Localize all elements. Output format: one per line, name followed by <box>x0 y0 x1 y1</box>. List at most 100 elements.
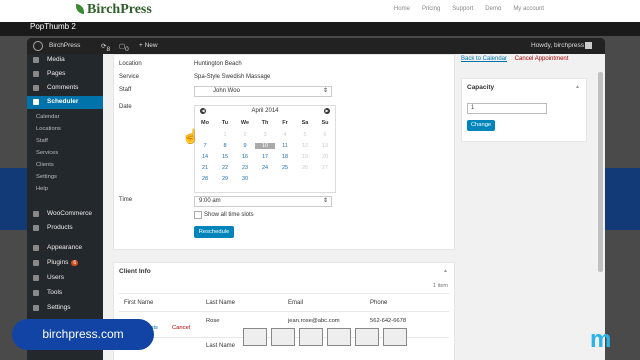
submenu-locations[interactable]: Locations <box>36 126 61 132</box>
menu-pages[interactable]: Pages <box>27 68 103 81</box>
calendar-day[interactable]: 10 <box>255 143 275 149</box>
calendar-day[interactable]: 21 <box>195 165 215 171</box>
calendar-day[interactable]: 24 <box>255 165 275 171</box>
back-to-calendar-link[interactable]: Back to Calendar <box>461 56 507 62</box>
day-name: Mo <box>201 120 209 126</box>
menu-woocommerce[interactable]: WooCommerce <box>27 208 103 221</box>
nav-support[interactable]: Support <box>452 6 473 12</box>
woo-icon <box>33 211 39 217</box>
admin-window: BirchPress ⟳ 8 ▢ 0 + New Howdy, birchpre… <box>27 38 605 360</box>
howdy-user[interactable]: Howdy, birchpress <box>531 42 584 49</box>
calendar-day[interactable]: 30 <box>235 176 255 182</box>
hand-cursor-icon: ☝ <box>182 128 200 144</box>
all-time-slots-checkbox[interactable] <box>194 211 202 219</box>
thumbnail[interactable] <box>383 328 407 346</box>
service-label: Service <box>119 74 140 80</box>
divider <box>119 311 449 312</box>
calendar-day[interactable]: 8 <box>215 143 235 149</box>
calendar-day: 12 <box>301 143 309 149</box>
calendar-day[interactable]: 25 <box>275 165 295 171</box>
calendar-day[interactable]: 14 <box>195 154 215 160</box>
scrollbar[interactable] <box>598 54 603 354</box>
submenu-calendar[interactable]: Calendar <box>36 114 60 120</box>
nav-my-account[interactable]: My account <box>513 6 544 12</box>
menu-plugins[interactable]: Plugins 6 <box>27 257 103 270</box>
menu-products[interactable]: Products <box>27 222 103 235</box>
header-phone[interactable]: Phone <box>370 300 387 306</box>
calendar-day[interactable]: 18 <box>275 154 295 160</box>
select-arrows-icon: ⇕ <box>322 88 328 94</box>
location-label: Location <box>119 61 142 67</box>
calendar-day: 5 <box>303 132 307 138</box>
header-first-name[interactable]: First Name <box>124 300 153 306</box>
time-select[interactable]: 9:00 am ⇕ <box>194 196 332 207</box>
settings-icon <box>33 305 39 311</box>
header-email[interactable]: Email <box>288 300 303 306</box>
menu-comments[interactable]: Comments <box>27 82 103 95</box>
submenu-help[interactable]: Help <box>36 186 48 192</box>
date-label: Date <box>119 104 132 110</box>
wordpress-icon[interactable] <box>33 41 43 51</box>
calendar-day: 3 <box>263 132 267 138</box>
nav-pricing[interactable]: Pricing <box>422 6 440 12</box>
menu-users[interactable]: Users <box>27 272 103 285</box>
divider <box>119 293 449 294</box>
footer-last-name[interactable]: Last Name <box>206 343 235 349</box>
site-header: BirchPress Home Pricing Support Demo My … <box>0 0 640 22</box>
nav-home[interactable]: Home <box>394 6 410 12</box>
menu-settings[interactable]: Settings <box>27 302 103 315</box>
cancel-appointment-link[interactable]: Cancel Appointment <box>515 56 569 62</box>
thumbnail[interactable] <box>327 328 351 346</box>
staff-select[interactable]: John Woo ⇕ <box>194 86 332 97</box>
capacity-input[interactable]: 1 <box>467 103 547 114</box>
admin-bar: BirchPress ⟳ 8 ▢ 0 + New Howdy, birchpre… <box>27 38 605 54</box>
header-last-name[interactable]: Last Name <box>206 300 235 306</box>
submenu-clients[interactable]: Clients <box>36 162 54 168</box>
menu-scheduler[interactable]: Scheduler <box>27 96 103 109</box>
day-name: Sa <box>301 120 309 126</box>
day-name: Su <box>321 120 329 126</box>
submenu-services[interactable]: Services <box>36 150 58 156</box>
menu-media[interactable]: Media <box>27 54 103 67</box>
change-button[interactable]: Change <box>467 120 495 131</box>
submenu-settings[interactable]: Settings <box>36 174 57 180</box>
site-nav: Home Pricing Support Demo My account <box>394 6 544 12</box>
thumbnail[interactable] <box>299 328 323 346</box>
select-arrows-icon: ⇕ <box>322 198 328 204</box>
collapse-icon[interactable]: ▲ <box>575 84 580 90</box>
birchpress-logo[interactable]: BirchPress <box>76 2 152 18</box>
admin-site-name[interactable]: BirchPress <box>49 42 80 49</box>
calendar-day[interactable]: 29 <box>215 176 235 182</box>
leaf-icon <box>76 4 84 14</box>
calendar-day[interactable]: 16 <box>235 154 255 160</box>
location-value: Huntington Beach <box>194 61 242 67</box>
calendar-day[interactable]: 9 <box>235 143 255 149</box>
appearance-icon <box>33 245 39 251</box>
updates-icon[interactable]: ⟳ 8 <box>101 42 110 53</box>
avatar[interactable] <box>585 42 592 49</box>
calendar-day[interactable]: 22 <box>215 165 235 171</box>
calendar-day[interactable]: 28 <box>195 176 215 182</box>
tools-icon <box>33 290 39 296</box>
comments-count[interactable]: ▢ 0 <box>119 42 129 53</box>
next-month-icon[interactable]: ▶ <box>324 108 330 114</box>
submenu-staff[interactable]: Staff <box>36 138 48 144</box>
nav-demo[interactable]: Demo <box>485 6 501 12</box>
birchpress-url-badge: birchpress.com <box>12 319 154 350</box>
new-menu[interactable]: + New <box>139 42 158 49</box>
reschedule-button[interactable]: Reschedule <box>194 226 234 238</box>
calendar-day[interactable]: 17 <box>255 154 275 160</box>
calendar-day[interactable]: 11 <box>275 143 295 149</box>
scrollbar-thumb[interactable] <box>598 72 603 272</box>
thumbnail[interactable] <box>243 328 267 346</box>
calendar-day[interactable]: 23 <box>235 165 255 171</box>
calendar-day: 26 <box>301 165 309 171</box>
collapse-icon[interactable]: ▲ <box>443 268 448 274</box>
calendar-day[interactable]: 15 <box>215 154 235 160</box>
cancel-client-link[interactable]: Cancel <box>172 325 190 331</box>
menu-appearance[interactable]: Appearance <box>27 242 103 255</box>
thumbnail[interactable] <box>271 328 295 346</box>
calendar-day: 27 <box>321 165 329 171</box>
menu-tools[interactable]: Tools <box>27 287 103 300</box>
thumbnail[interactable] <box>355 328 379 346</box>
